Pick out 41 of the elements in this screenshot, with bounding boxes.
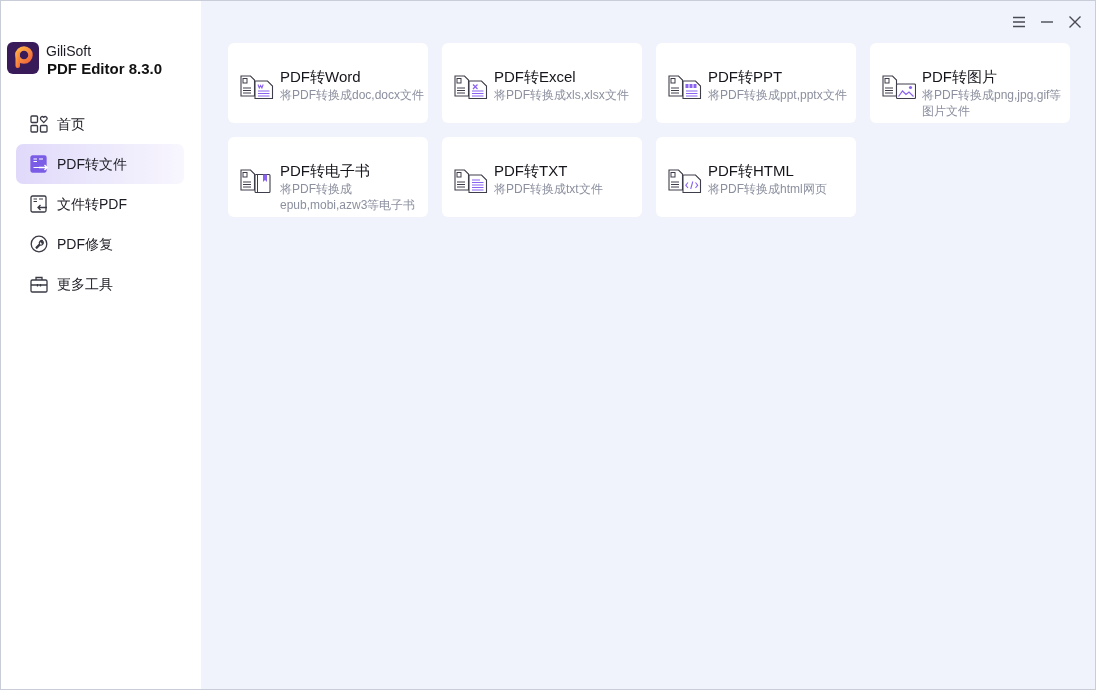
tool-description: 将PDF转换成doc,docx文件 <box>280 87 425 103</box>
code-document-icon <box>668 169 702 193</box>
grid-heart-icon <box>30 115 48 133</box>
tool-title: PDF转TXT <box>494 161 568 181</box>
tool-description: 将PDF转换成txt文件 <box>494 181 603 197</box>
text-document-icon <box>454 169 488 193</box>
close-icon[interactable] <box>1068 15 1082 29</box>
tool-description: 将PDF转换成ppt,pptx文件 <box>708 87 847 103</box>
image-document-icon <box>882 75 916 99</box>
sidebar-item[interactable]: 首页 <box>16 104 184 144</box>
tool-title: PDF转PPT <box>708 67 783 87</box>
slides-document-icon <box>668 75 702 99</box>
sidebar-item[interactable]: PDF修复 <box>16 224 184 264</box>
tool-title: PDF转Excel <box>494 67 576 87</box>
tool-title: PDF转HTML <box>708 161 794 181</box>
spreadsheet-document-icon <box>454 75 488 99</box>
sidebar-item[interactable]: PDF转文件 <box>16 144 184 184</box>
word-document-icon <box>240 75 274 99</box>
toolbox-icon <box>30 275 48 293</box>
vendor-name: GiliSoft <box>46 43 93 59</box>
sidebar-item[interactable]: 文件转PDF <box>16 184 184 224</box>
app-logo-icon <box>7 42 39 74</box>
tool-title: PDF转Word <box>280 67 361 87</box>
tool-description: 将PDF转换成html网页 <box>708 181 827 197</box>
ebook-document-icon <box>240 169 274 193</box>
tool-card[interactable]: PDF转电子书 将PDF转换成epub,mobi,azw3等电子书 <box>228 137 428 217</box>
tool-card[interactable]: PDF转图片 将PDF转换成png,jpg,gif等图片文件 <box>870 43 1070 123</box>
tool-card[interactable]: PDF转Excel 将PDF转换成xls,xlsx文件 <box>442 43 642 123</box>
tool-title: PDF转图片 <box>922 67 997 87</box>
tool-card[interactable]: PDF转HTML 将PDF转换成html网页 <box>656 137 856 217</box>
tool-description: 将PDF转换成xls,xlsx文件 <box>494 87 629 103</box>
tool-description: 将PDF转换成epub,mobi,azw3等电子书 <box>280 181 417 213</box>
tool-card[interactable]: PDF转PPT 将PDF转换成ppt,pptx文件 <box>656 43 856 123</box>
tool-description: 将PDF转换成png,jpg,gif等图片文件 <box>922 87 1063 119</box>
tool-card[interactable]: PDF转TXT 将PDF转换成txt文件 <box>442 137 642 217</box>
tool-title: PDF转电子书 <box>280 161 370 181</box>
sidebar-item[interactable]: 更多工具 <box>16 264 184 304</box>
wrench-icon <box>30 235 48 253</box>
product-name: PDF Editor 8.3.0 <box>47 59 163 78</box>
tool-card[interactable]: PDF转Word 将PDF转换成doc,docx文件 <box>228 43 428 123</box>
menu-icon[interactable] <box>1012 15 1026 29</box>
